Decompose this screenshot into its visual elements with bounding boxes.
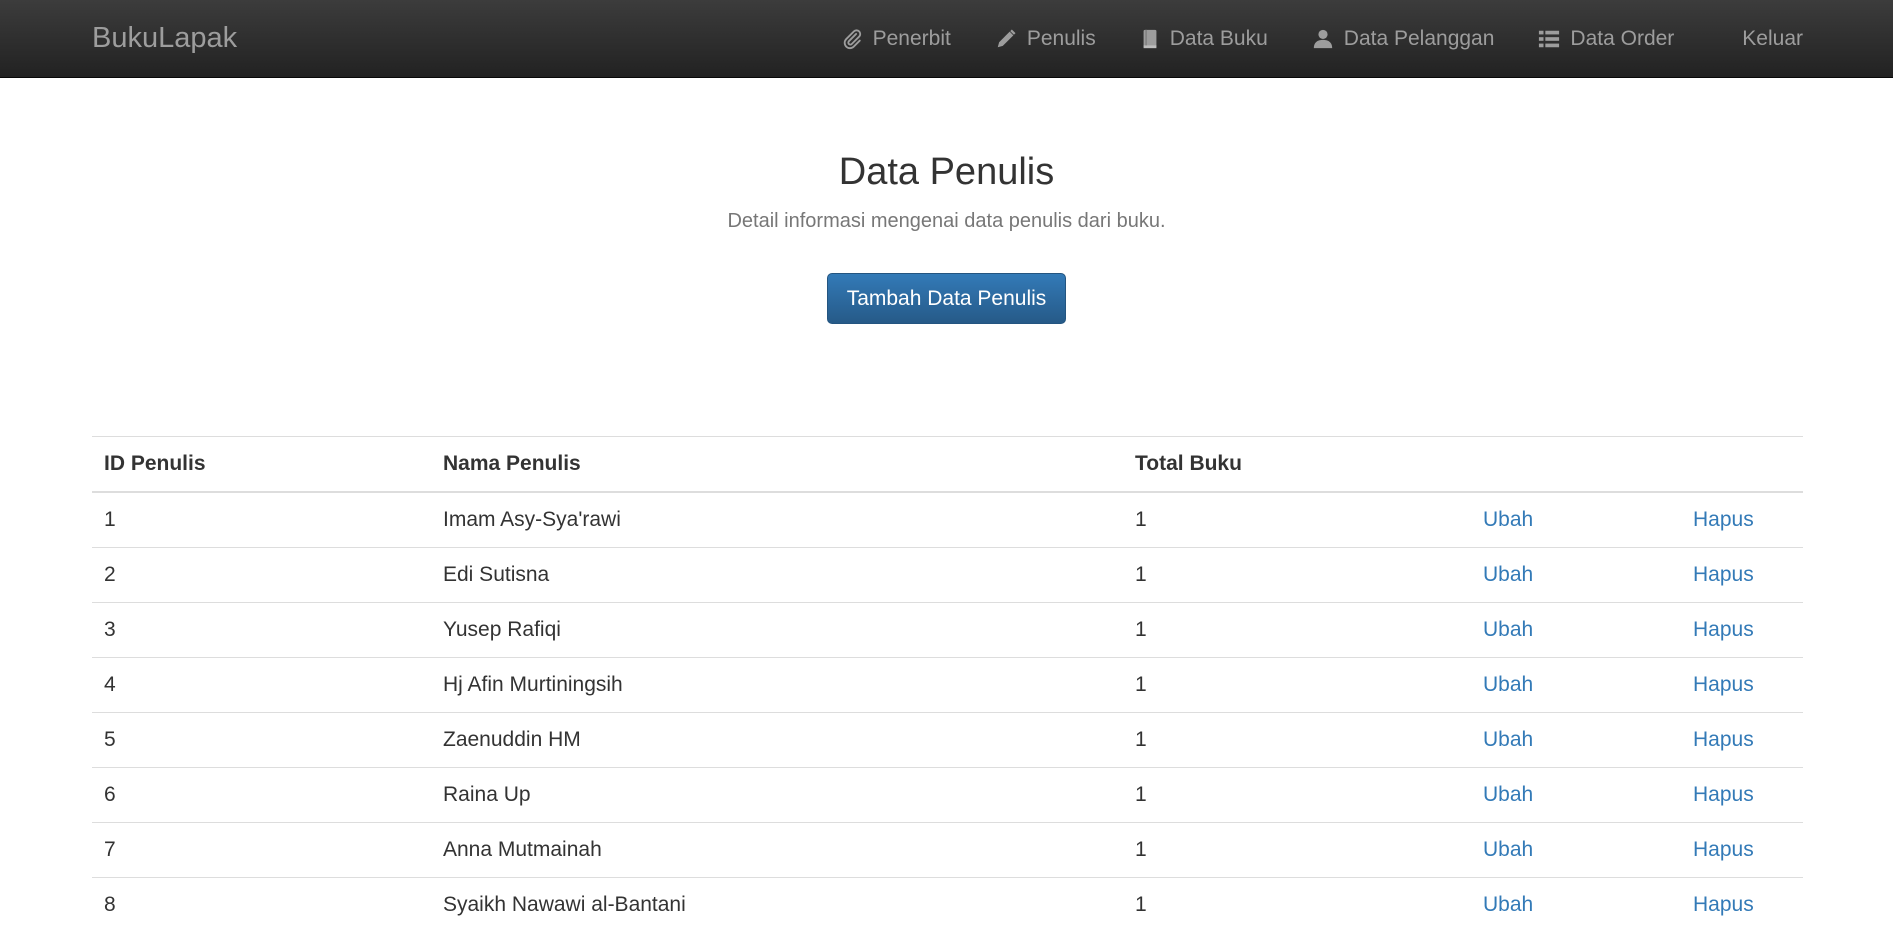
column-header-id: ID Penulis	[92, 437, 431, 493]
nav-item-penulis[interactable]: Penulis	[995, 27, 1096, 51]
edit-link[interactable]: Ubah	[1483, 893, 1533, 916]
table-row: 5 Zaenuddin HM 1 Ubah Hapus	[92, 713, 1803, 768]
table-row: 7 Anna Mutmainah 1 Ubah Hapus	[92, 823, 1803, 878]
table-row: 6 Raina Up 1 Ubah Hapus	[92, 768, 1803, 823]
delete-link[interactable]: Hapus	[1693, 783, 1754, 806]
paperclip-icon	[841, 28, 863, 50]
user-icon	[1312, 28, 1334, 50]
add-author-button[interactable]: Tambah Data Penulis	[827, 273, 1066, 324]
delete-link[interactable]: Hapus	[1693, 893, 1754, 916]
delete-link[interactable]: Hapus	[1693, 508, 1754, 531]
nav-item-label: Penulis	[1027, 27, 1096, 51]
nav-item-label: Data Pelanggan	[1344, 27, 1495, 51]
table-row: 1 Imam Asy-Sya'rawi 1 Ubah Hapus	[92, 492, 1803, 548]
author-id: 5	[92, 713, 431, 768]
edit-link[interactable]: Ubah	[1483, 838, 1533, 861]
author-name: Yusep Rafiqi	[431, 603, 1123, 658]
table-row: 2 Edi Sutisna 1 Ubah Hapus	[92, 548, 1803, 603]
author-id: 8	[92, 878, 431, 932]
author-id: 3	[92, 603, 431, 658]
table-row: 8 Syaikh Nawawi al-Bantani 1 Ubah Hapus	[92, 878, 1803, 932]
delete-link[interactable]: Hapus	[1693, 563, 1754, 586]
author-name: Hj Afin Murtiningsih	[431, 658, 1123, 713]
author-total-books: 1	[1123, 823, 1471, 878]
author-id: 6	[92, 768, 431, 823]
edit-link[interactable]: Ubah	[1483, 563, 1533, 586]
author-name: Syaikh Nawawi al-Bantani	[431, 878, 1123, 932]
table-header-row: ID Penulis Nama Penulis Total Buku	[92, 437, 1803, 493]
nav-item-data-order[interactable]: Data Order	[1538, 27, 1674, 51]
author-total-books: 1	[1123, 768, 1471, 823]
author-name: Edi Sutisna	[431, 548, 1123, 603]
nav-item-label: Data Buku	[1170, 27, 1268, 51]
nav-item-data-buku[interactable]: Data Buku	[1140, 27, 1268, 51]
page-subtitle: Detail informasi mengenai data penulis d…	[0, 207, 1893, 235]
nav-item-label: Data Order	[1570, 27, 1674, 51]
delete-link[interactable]: Hapus	[1693, 673, 1754, 696]
author-name: Imam Asy-Sya'rawi	[431, 492, 1123, 548]
logout-link[interactable]: Keluar	[1742, 27, 1803, 51]
edit-link[interactable]: Ubah	[1483, 783, 1533, 806]
author-id: 4	[92, 658, 431, 713]
table-row: 3 Yusep Rafiqi 1 Ubah Hapus	[92, 603, 1803, 658]
edit-link[interactable]: Ubah	[1483, 673, 1533, 696]
author-total-books: 1	[1123, 548, 1471, 603]
author-id: 7	[92, 823, 431, 878]
nav-item-data-pelanggan[interactable]: Data Pelanggan	[1312, 27, 1495, 51]
nav-item-label: Penerbit	[873, 27, 951, 51]
edit-link[interactable]: Ubah	[1483, 728, 1533, 751]
brand-link[interactable]: BukuLapak	[92, 20, 237, 56]
author-total-books: 1	[1123, 878, 1471, 932]
list-icon	[1538, 28, 1560, 50]
author-name: Anna Mutmainah	[431, 823, 1123, 878]
author-total-books: 1	[1123, 713, 1471, 768]
delete-link[interactable]: Hapus	[1693, 618, 1754, 641]
nav-links: Penerbit Penulis Data Buku Data Pelangga…	[797, 0, 1803, 78]
top-navbar: BukuLapak Penerbit Penulis Data Buku	[0, 0, 1893, 78]
author-total-books: 1	[1123, 492, 1471, 548]
author-name: Zaenuddin HM	[431, 713, 1123, 768]
authors-table: ID Penulis Nama Penulis Total Buku 1 Ima…	[92, 436, 1803, 932]
author-total-books: 1	[1123, 603, 1471, 658]
column-header-name: Nama Penulis	[431, 437, 1123, 493]
author-id: 2	[92, 548, 431, 603]
author-name: Raina Up	[431, 768, 1123, 823]
page-title: Data Penulis	[0, 149, 1893, 195]
book-icon	[1140, 28, 1160, 50]
nav-item-penerbit[interactable]: Penerbit	[841, 27, 951, 51]
pencil-icon	[995, 28, 1017, 50]
column-header-total: Total Buku	[1123, 437, 1471, 493]
page-header: Data Penulis Detail informasi mengenai d…	[0, 78, 1893, 324]
table-row: 4 Hj Afin Murtiningsih 1 Ubah Hapus	[92, 658, 1803, 713]
author-id: 1	[92, 492, 431, 548]
column-header-edit	[1471, 437, 1681, 493]
delete-link[interactable]: Hapus	[1693, 838, 1754, 861]
author-total-books: 1	[1123, 658, 1471, 713]
edit-link[interactable]: Ubah	[1483, 618, 1533, 641]
edit-link[interactable]: Ubah	[1483, 508, 1533, 531]
delete-link[interactable]: Hapus	[1693, 728, 1754, 751]
column-header-delete	[1681, 437, 1803, 493]
